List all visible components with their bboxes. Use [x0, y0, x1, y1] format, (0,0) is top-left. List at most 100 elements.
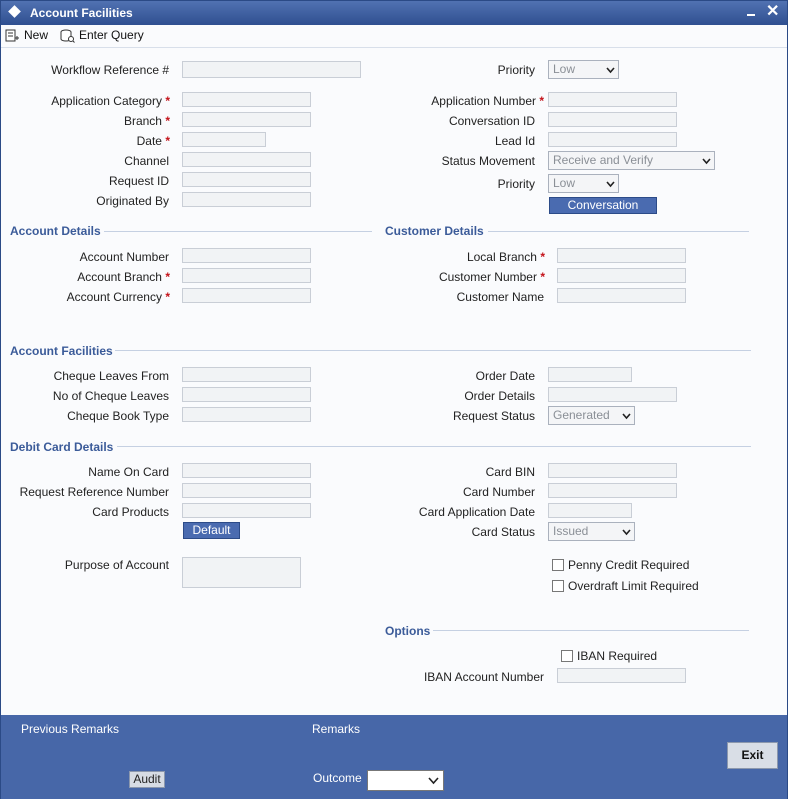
customer-name-input[interactable]	[557, 288, 686, 303]
chevron-down-icon	[702, 158, 711, 165]
outcome-select[interactable]	[367, 770, 444, 791]
date-input[interactable]	[182, 132, 266, 147]
originated-by-input[interactable]	[182, 192, 311, 207]
no-of-cheque-leaves-input[interactable]	[182, 387, 311, 402]
customer-name-label: Customer Name	[456, 290, 544, 304]
card-application-date-input[interactable]	[548, 503, 632, 518]
name-on-card-input[interactable]	[182, 463, 311, 478]
customer-number-label: Customer Number *	[438, 270, 545, 284]
penny-credit-required-label: Penny Credit Required	[568, 558, 690, 572]
new-document-icon	[5, 29, 19, 42]
chevron-down-icon	[428, 777, 439, 785]
account-number-label: Account Number	[79, 250, 169, 264]
new-button[interactable]: New	[5, 28, 48, 42]
application-number-input[interactable]	[548, 92, 677, 107]
conversation-button[interactable]: Conversation	[549, 197, 657, 214]
chevron-down-icon	[622, 413, 631, 420]
toolbar: New Enter Query	[1, 25, 787, 48]
order-details-label: Order Details	[464, 389, 535, 403]
window-title: Account Facilities	[30, 6, 133, 20]
previous-remarks-label: Previous Remarks	[21, 722, 120, 736]
status-movement-label: Status Movement	[441, 154, 535, 168]
iban-required-checkbox[interactable]	[561, 650, 573, 662]
account-facilities-divider	[115, 350, 751, 351]
database-query-icon	[60, 29, 75, 43]
minimize-icon[interactable]	[747, 14, 755, 16]
application-category-label: Application Category *	[51, 94, 170, 108]
card-status-label: Card Status	[471, 525, 535, 539]
cheque-book-type-input[interactable]	[182, 407, 311, 422]
priority-select[interactable]: Low	[548, 174, 619, 193]
request-reference-number-input[interactable]	[182, 483, 311, 498]
cheque-leaves-from-label: Cheque Leaves From	[53, 369, 169, 383]
channel-input[interactable]	[182, 152, 311, 167]
branch-input[interactable]	[182, 112, 311, 127]
iban-account-number-input[interactable]	[557, 668, 686, 683]
purpose-of-account-textarea[interactable]	[182, 557, 301, 588]
account-facilities-title: Account Facilities	[10, 344, 113, 358]
penny-credit-required-checkbox[interactable]	[552, 559, 564, 571]
overdraft-limit-required-checkbox[interactable]	[552, 580, 564, 592]
purpose-of-account-label: Purpose of Account	[64, 558, 169, 572]
customer-details-divider	[488, 231, 749, 232]
local-branch-input[interactable]	[557, 248, 686, 263]
order-details-input[interactable]	[548, 387, 677, 402]
card-bin-input[interactable]	[548, 463, 677, 478]
debit-card-details-title: Debit Card Details	[10, 440, 114, 454]
account-branch-input[interactable]	[182, 268, 311, 283]
card-products-label: Card Products	[92, 505, 169, 519]
debit-card-details-divider	[117, 446, 751, 447]
no-of-cheque-leaves-label: No of Cheque Leaves	[52, 389, 169, 403]
enter-query-button[interactable]: Enter Query	[59, 28, 144, 43]
date-label: Date *	[136, 134, 170, 148]
chevron-down-icon	[606, 181, 615, 188]
account-facilities-window: Account Facilities ✕ New Enter Query Wor…	[0, 0, 788, 799]
application-category-input[interactable]	[182, 92, 311, 107]
outcome-label: Outcome	[313, 771, 362, 785]
footer: Previous Remarks Remarks Audit Outcome E…	[1, 715, 787, 799]
card-status-select[interactable]: Issued	[548, 522, 635, 541]
status-movement-select[interactable]: Receive and Verify	[548, 151, 715, 170]
order-date-input[interactable]	[548, 367, 632, 382]
workflow-reference-label: Workflow Reference #	[51, 63, 169, 77]
card-number-label: Card Number	[462, 485, 535, 499]
local-branch-label: Local Branch *	[466, 250, 545, 264]
account-number-input[interactable]	[182, 248, 311, 263]
branch-label: Branch *	[123, 114, 170, 128]
account-currency-label: Account Currency *	[66, 290, 170, 304]
request-reference-number-label: Request Reference Number	[19, 485, 169, 499]
exit-button[interactable]: Exit	[727, 742, 778, 769]
card-application-date-label: Card Application Date	[418, 505, 535, 519]
request-status-label: Request Status	[452, 409, 535, 423]
remarks-label: Remarks	[312, 722, 361, 736]
priority-top-select[interactable]: Low	[548, 60, 619, 79]
customer-number-input[interactable]	[557, 268, 686, 283]
chevron-down-icon	[622, 529, 631, 536]
options-title: Options	[385, 624, 431, 638]
cheque-leaves-from-input[interactable]	[182, 367, 311, 382]
workflow-reference-input[interactable]	[182, 61, 361, 78]
lead-id-label: Lead Id	[494, 134, 535, 148]
card-number-input[interactable]	[548, 483, 677, 498]
account-details-divider	[104, 231, 372, 232]
window-diamond-icon	[8, 5, 21, 18]
default-button[interactable]: Default	[183, 522, 240, 539]
order-date-label: Order Date	[475, 369, 535, 383]
application-number-label: Application Number *	[431, 94, 544, 108]
iban-account-number-label: IBAN Account Number	[423, 670, 544, 684]
request-status-select[interactable]: Generated	[548, 406, 635, 425]
overdraft-limit-required-label: Overdraft Limit Required	[568, 579, 699, 593]
cheque-book-type-label: Cheque Book Type	[67, 409, 169, 423]
account-details-title: Account Details	[10, 224, 101, 238]
options-divider	[433, 630, 749, 631]
conversation-id-input[interactable]	[548, 112, 677, 127]
card-products-input[interactable]	[182, 503, 311, 518]
close-icon[interactable]: ✕	[766, 3, 779, 21]
channel-label: Channel	[124, 154, 169, 168]
lead-id-input[interactable]	[548, 132, 677, 147]
account-currency-input[interactable]	[182, 288, 311, 303]
request-id-input[interactable]	[182, 172, 311, 187]
audit-button[interactable]: Audit	[129, 771, 165, 788]
priority-label: Priority	[497, 177, 535, 191]
name-on-card-label: Name On Card	[88, 465, 169, 479]
